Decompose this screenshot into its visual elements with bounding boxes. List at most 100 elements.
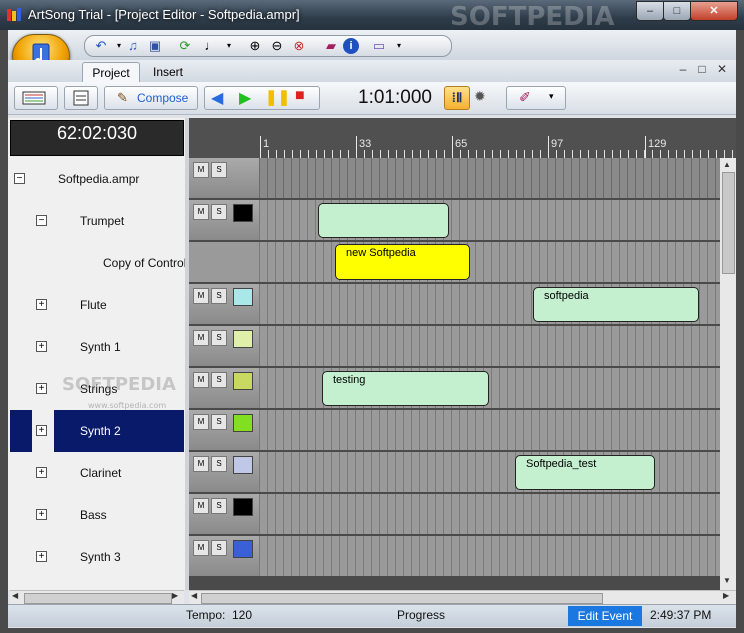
solo-button[interactable]: S [211,204,227,220]
solo-button[interactable]: S [211,498,227,514]
track-row[interactable]: + Synth 2 [10,410,184,452]
clip-new-softpedia[interactable]: new Softpedia [335,244,470,280]
mute-button[interactable]: M [193,414,209,430]
track-color-swatch[interactable] [233,540,253,558]
solo-button[interactable]: S [211,288,227,304]
mute-button[interactable]: M [193,204,209,220]
collapse-icon[interactable]: − [14,173,25,184]
track-row[interactable]: + Synth 3 [10,536,184,578]
mdi-minimize-button[interactable]: – [675,62,691,78]
expand-icon[interactable]: + [36,383,47,394]
solo-button[interactable]: S [211,330,227,346]
track-lane[interactable] [259,536,736,576]
track-lane[interactable] [259,494,736,534]
scroll-left-icon[interactable]: ◀ [191,591,197,600]
maximize-button[interactable]: □ [663,1,691,21]
scroll-right-icon[interactable]: ▶ [723,591,729,600]
book-icon[interactable]: ▰ [323,38,339,54]
window-dropdown-icon[interactable]: ▾ [391,38,407,54]
expand-icon[interactable]: + [36,341,47,352]
track-color-swatch[interactable] [233,330,253,348]
pause-icon[interactable]: ❚❚ [265,88,290,106]
solo-button[interactable]: S [211,540,227,556]
track-row[interactable]: + Synth 1 [10,326,184,368]
mixer-button[interactable] [14,86,58,110]
mdi-restore-button[interactable]: □ [694,62,710,78]
undo-icon[interactable]: ↶ [93,38,109,54]
clip-trumpet[interactable] [318,203,449,238]
track-lane[interactable] [259,242,736,282]
info-icon[interactable]: i [343,38,359,54]
scroll-up-icon[interactable]: ▲ [723,160,731,169]
track-lane[interactable] [259,326,736,366]
track-row[interactable]: − Trumpet [10,200,184,242]
window-icon[interactable]: ▭ [371,38,387,54]
track-row[interactable]: − Softpedia.ampr [10,158,184,200]
open-icon[interactable]: ♫ [125,38,141,54]
mute-button[interactable]: M [193,456,209,472]
track-color-swatch[interactable] [233,204,253,222]
note-icon[interactable]: ♩ [203,38,219,54]
track-color-swatch[interactable] [233,456,253,474]
track-lane[interactable] [259,452,736,492]
solo-button[interactable]: S [211,456,227,472]
expand-icon[interactable]: + [36,551,47,562]
record-icon[interactable]: ✹ [474,88,486,105]
expand-icon[interactable]: + [36,299,47,310]
rewind-icon[interactable]: ◀ [211,88,223,108]
mute-button[interactable]: M [193,162,209,178]
track-row[interactable]: + Clarinet [10,452,184,494]
track-row[interactable]: + Flute [10,284,184,326]
track-row[interactable]: + Bass [10,494,184,536]
vertical-scroll-thumb[interactable] [722,172,735,274]
tab-project[interactable]: Project [82,62,140,83]
track-row[interactable]: Copy of Controlle [10,242,196,284]
solo-button[interactable]: S [211,414,227,430]
zoom-fit-icon[interactable]: ⊗ [291,38,307,54]
mute-button[interactable]: M [193,330,209,346]
scroll-right-icon[interactable]: ▶ [172,591,178,600]
clip-softpedia[interactable]: softpedia [533,287,699,322]
track-lane[interactable] [259,410,736,450]
clip-softpedia-test[interactable]: Softpedia_test [515,455,655,490]
zoom-in-icon[interactable]: ⊕ [247,38,263,54]
close-button[interactable]: ✕ [690,1,738,21]
zoom-out-icon[interactable]: ⊖ [269,38,285,54]
clip-testing[interactable]: testing [322,371,489,406]
stop-icon[interactable]: ■ [295,87,305,105]
expand-icon[interactable]: + [36,467,47,478]
mute-button[interactable]: M [193,288,209,304]
note-dropdown-icon[interactable]: ▾ [221,38,237,54]
edit-notes-button[interactable] [64,86,98,110]
minimize-button[interactable]: – [636,1,664,21]
solo-button[interactable]: S [211,372,227,388]
grid-scroll-thumb[interactable] [201,593,603,604]
mute-button[interactable]: M [193,498,209,514]
expand-icon[interactable]: + [36,425,47,436]
play-icon[interactable]: ▶ [239,88,251,108]
mute-button[interactable]: M [193,372,209,388]
track-lane[interactable] [259,158,736,198]
scroll-left-icon[interactable]: ◀ [12,591,18,600]
mute-button[interactable]: M [193,540,209,556]
vertical-scrollbar[interactable]: ▲ ▼ [720,158,736,590]
scroll-down-icon[interactable]: ▼ [723,576,731,585]
progress-label: Progress [397,608,446,622]
collapse-icon[interactable]: − [36,215,47,226]
track-color-swatch[interactable] [233,414,253,432]
tab-insert[interactable]: Insert [142,62,194,82]
grid-hscrollbar[interactable]: ◀ ▶ [189,590,736,605]
solo-button[interactable]: S [211,162,227,178]
track-list-scroll-thumb[interactable] [24,593,172,604]
track-color-swatch[interactable] [233,498,253,516]
track-color-swatch[interactable] [233,288,253,306]
loop-toggle-icon[interactable]: ⁞Ⅱ [444,86,470,110]
expand-icon[interactable]: + [36,509,47,520]
track-list-hscrollbar[interactable]: ◀ ▶ [10,590,184,605]
track-color-swatch[interactable] [233,372,253,390]
refresh-icon[interactable]: ⟳ [177,38,193,54]
compose-button[interactable]: ✎ Compose [104,86,198,110]
save-icon[interactable]: ▣ [147,38,163,54]
mdi-close-button[interactable]: ✕ [714,62,730,78]
tools-dropdown[interactable]: ✐ ▾ [506,86,566,110]
